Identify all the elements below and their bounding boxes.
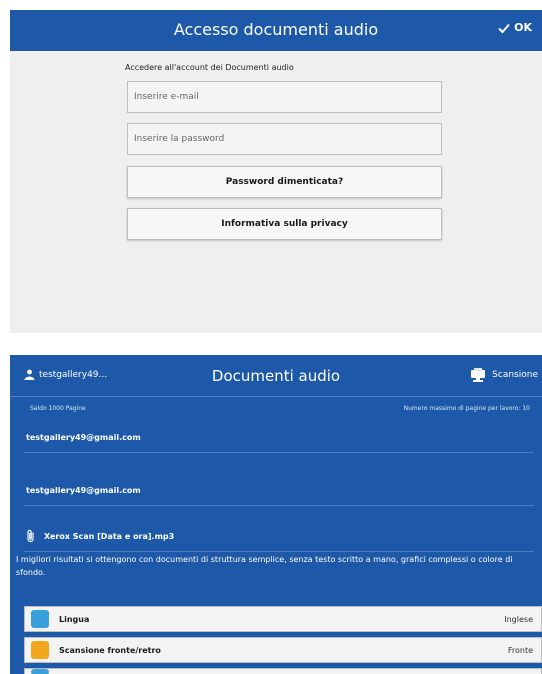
- duplex-icon: [31, 641, 49, 659]
- password-field[interactable]: Inserire la password: [127, 123, 442, 155]
- email-from-value: testgallery49@gmail.com: [26, 432, 141, 442]
- next-option-partial[interactable]: [24, 668, 542, 674]
- language-value: Inglese: [504, 614, 533, 624]
- audio-login-dialog: Accesso documenti audio OK Accedere all'…: [10, 10, 542, 333]
- forgot-password-button[interactable]: Password dimenticata?: [127, 166, 442, 198]
- language-label: Lingua: [59, 614, 90, 624]
- scan-quality-note: I migliori risultati si ottengono con do…: [16, 555, 513, 577]
- page-balance: Saldo 1000 Pagine: [30, 405, 86, 412]
- checkmark-icon: [498, 23, 510, 33]
- duplex-label: Scansione fronte/retro: [59, 645, 161, 655]
- language-option[interactable]: Lingua Inglese: [24, 606, 542, 632]
- max-pages-info: Numero massimo di pagine per lavoro: 10: [403, 405, 530, 412]
- duplex-value: Fronte: [507, 645, 533, 655]
- email-to-field[interactable]: testgallery49@gmail.com: [24, 475, 534, 506]
- filename-value: Xerox Scan [Data e ora].mp3: [44, 531, 175, 541]
- duplex-scan-option[interactable]: Scansione fronte/retro Fronte: [24, 637, 542, 663]
- audio-documents-screen: testgallery49... Documenti audio Scansio…: [10, 355, 542, 674]
- scanner-icon: [471, 368, 486, 382]
- ok-label: OK: [514, 21, 532, 34]
- filename-field[interactable]: Xerox Scan [Data e ora].mp3: [24, 521, 534, 552]
- email-to-value: testgallery49@gmail.com: [26, 485, 141, 495]
- ok-button[interactable]: OK: [498, 21, 532, 34]
- scan-label: Scansione: [492, 370, 538, 380]
- email-from-field[interactable]: testgallery49@gmail.com: [24, 422, 534, 453]
- scan-button[interactable]: Scansione: [470, 368, 538, 382]
- language-icon: [31, 610, 49, 628]
- privacy-policy-button[interactable]: Informativa sulla privacy: [127, 208, 442, 240]
- option-icon: [31, 668, 49, 674]
- header-divider: [10, 396, 542, 397]
- email-field[interactable]: Inserire e-mail: [127, 81, 442, 113]
- login-prompt: Accedere all'account dei Documenti audio: [125, 63, 294, 72]
- paperclip-icon: [27, 529, 34, 543]
- dialog-title: Accesso documenti audio: [173, 20, 379, 39]
- dialog-header: Accesso documenti audio OK: [10, 10, 542, 51]
- screen-title: Documenti audio: [211, 367, 341, 385]
